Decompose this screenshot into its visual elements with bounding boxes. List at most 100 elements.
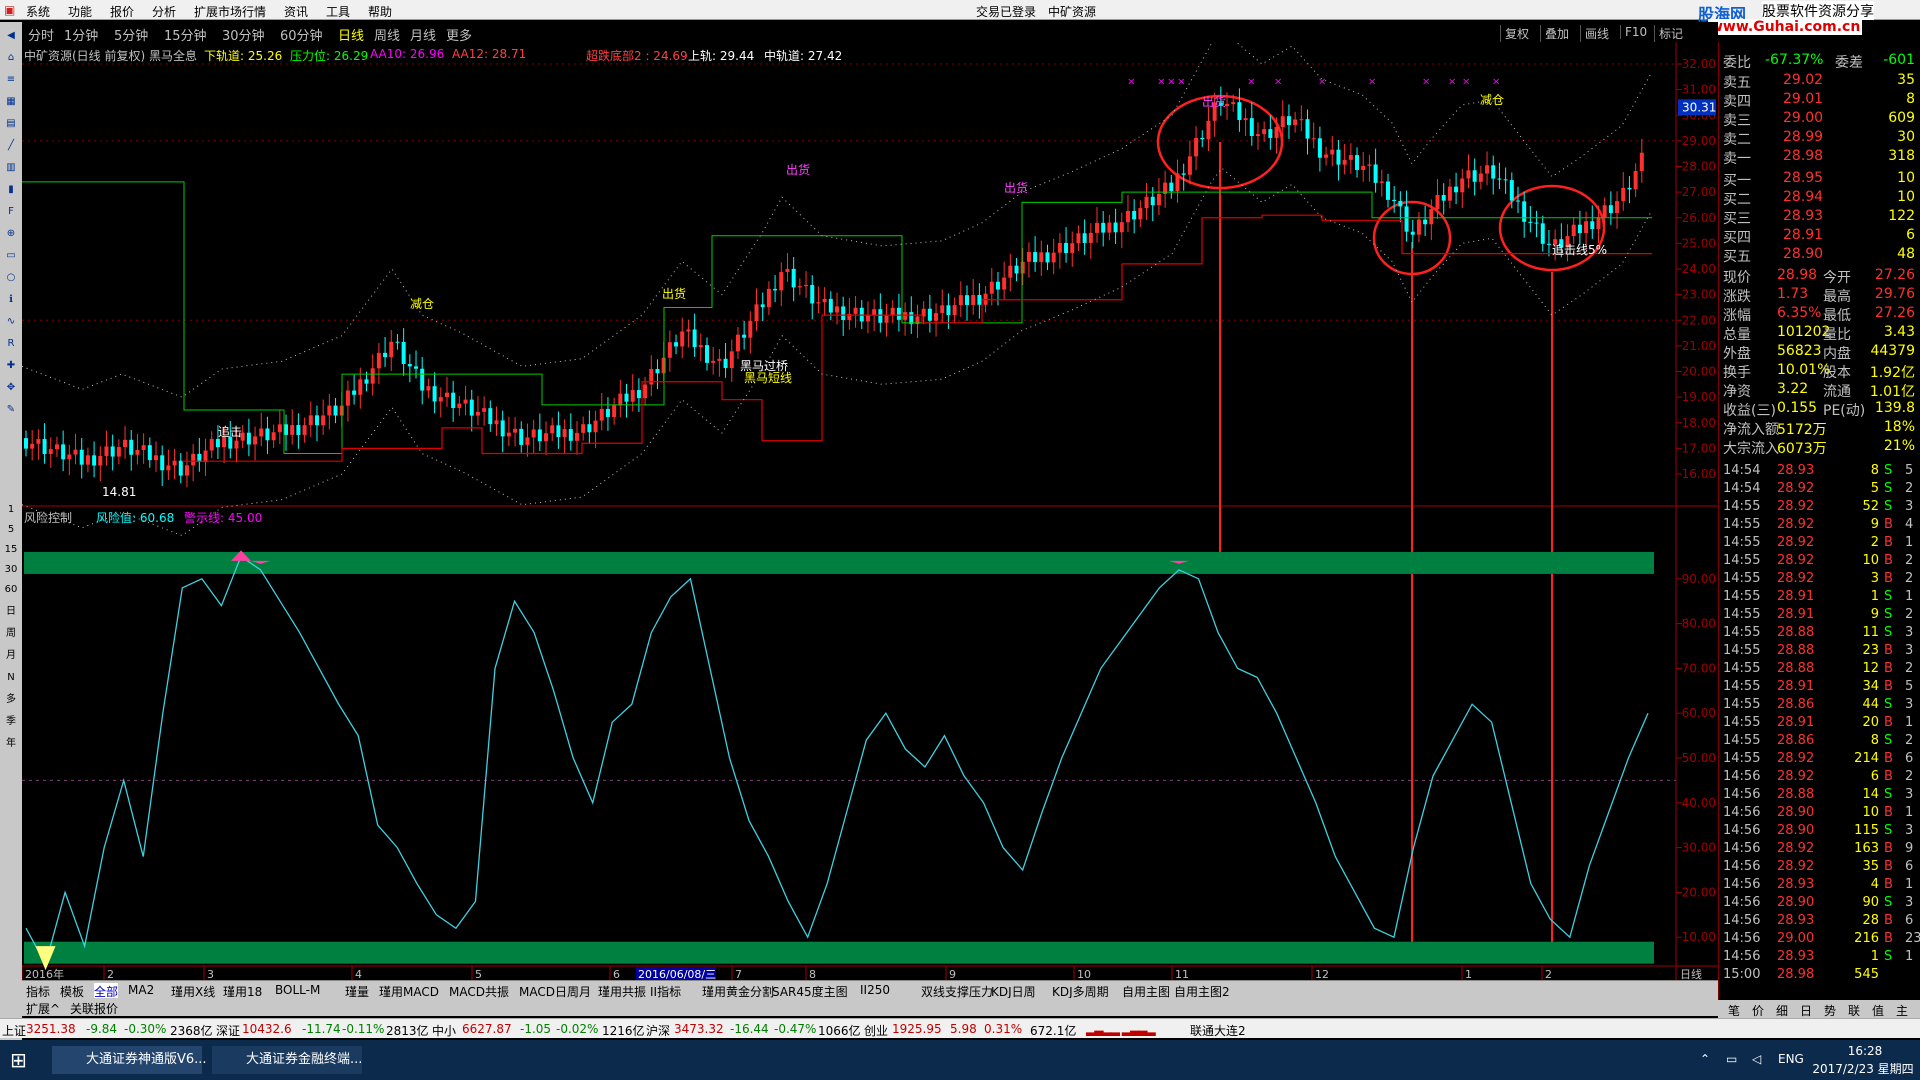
f10-button[interactable]: F10	[1620, 25, 1647, 39]
tick-cell: 28.92	[1777, 571, 1815, 586]
pen-icon[interactable]: ✎	[1, 400, 21, 420]
candle-body	[488, 408, 493, 425]
move-icon[interactable]: ✥	[1, 378, 21, 398]
panel-tab-value[interactable]: 值	[1872, 1002, 1884, 1019]
indicator-tab[interactable]: MA2	[128, 983, 154, 997]
buy-level-row[interactable]: 买四 28.91 6	[1721, 227, 1919, 246]
period-season-icon[interactable]: 季	[1, 712, 21, 732]
indicator-tab[interactable]: BOLL-M	[275, 983, 320, 997]
period-30-icon[interactable]: 30	[1, 560, 21, 580]
sme-index-label[interactable]: 中小	[432, 1022, 456, 1039]
chart-area[interactable]: × × × × × × × × × × × ×14.81出货出货出货出货 减仓减仓黑马短线黑马过桥追击追…	[22, 42, 1718, 980]
period-year-icon[interactable]: 年	[1, 734, 21, 754]
book-icon[interactable]: ▭	[1, 246, 21, 266]
overlay-button[interactable]: 叠加	[1540, 25, 1569, 42]
taskbar-app-1[interactable]: 大通证券神通版V6...	[52, 1046, 207, 1074]
candle-body	[896, 307, 901, 320]
sz-index-label[interactable]: 深证	[216, 1022, 240, 1039]
info-icon[interactable]: ℹ	[1, 290, 21, 310]
candle-body	[1002, 277, 1007, 290]
stat-cell: 6.35%	[1777, 305, 1822, 321]
buy-level-row[interactable]: 买一 28.95 10	[1721, 170, 1919, 189]
sell-level-row[interactable]: 卖一 28.98 318	[1721, 148, 1919, 167]
line-icon[interactable]: ╱	[1, 136, 21, 156]
period-1-icon[interactable]: 1	[1, 500, 21, 520]
tick-cell: 28.92	[1777, 517, 1815, 532]
panel-tab-trades[interactable]: 笔	[1728, 1002, 1740, 1019]
period-month-icon[interactable]: 月	[1, 646, 21, 666]
home-icon[interactable]: ⌂	[1, 48, 21, 68]
search-icon[interactable]: ○	[1, 268, 21, 288]
buy-level-row[interactable]: 买五 28.90 48	[1721, 246, 1919, 265]
menu-help[interactable]: 帮助	[368, 3, 392, 20]
safe-band	[24, 941, 1654, 964]
sell-level-row[interactable]: 卖四 29.01 8	[1721, 91, 1919, 110]
back-icon[interactable]: ◀	[1, 26, 21, 46]
sell-level-row[interactable]: 卖三 29.00 609	[1721, 110, 1919, 129]
candle-body	[1070, 243, 1075, 253]
tick-row: 14:55 28.91 20 B 1	[1719, 715, 1919, 733]
tray-arrow-icon[interactable]: ⌃	[1700, 1052, 1710, 1066]
candle-icon[interactable]: ▥	[1, 158, 21, 178]
sell-level-row[interactable]: 卖五 29.02 35	[1721, 72, 1919, 91]
related-quote-tab[interactable]: 关联报价	[70, 1000, 118, 1017]
zoom-icon[interactable]: ⊕	[1, 224, 21, 244]
gem-index-label[interactable]: 创业	[864, 1022, 888, 1039]
cross-icon[interactable]: ✚	[1, 356, 21, 376]
panel-tab-main[interactable]: 主	[1896, 1002, 1908, 1019]
candle-body	[1095, 222, 1100, 233]
quote-panel-tabs: 笔 价 细 日 势 联 值 主	[1718, 1000, 1920, 1018]
language-indicator[interactable]: ENG	[1778, 1052, 1804, 1066]
wave-icon[interactable]: ∿	[1, 312, 21, 332]
menu-news[interactable]: 资讯	[284, 3, 308, 20]
panel-tab-related[interactable]: 联	[1848, 1002, 1860, 1019]
bar-icon[interactable]: ▮	[1, 180, 21, 200]
extension-tab[interactable]: 扩展^	[26, 1000, 60, 1017]
panel-tab-detail[interactable]: 细	[1776, 1002, 1788, 1019]
menu-quote[interactable]: 报价	[110, 3, 134, 20]
candle-body	[234, 440, 239, 449]
candle-body	[1008, 265, 1013, 278]
list-icon[interactable]: ≡	[1, 70, 21, 90]
period-multi-icon[interactable]: 多	[1, 690, 21, 710]
sell-level-row[interactable]: 卖二 28.99 30	[1721, 129, 1919, 148]
menu-tools[interactable]: 工具	[326, 3, 350, 20]
hs300-label[interactable]: 沪深	[646, 1022, 670, 1039]
grid-icon[interactable]: ▦	[1, 92, 21, 112]
rsi-icon[interactable]: R	[1, 334, 21, 354]
period-n-icon[interactable]: N	[1, 668, 21, 688]
tick-cell: 14:55	[1723, 625, 1761, 640]
network-icon[interactable]: ▭	[1726, 1052, 1737, 1066]
candle-body	[971, 294, 976, 305]
taskbar-app-2[interactable]: 大通证券金融终端...	[212, 1046, 362, 1074]
chart-icon[interactable]: ▤	[1, 114, 21, 134]
indicator-tab[interactable]: II250	[860, 983, 890, 997]
period-5-icon[interactable]: 5	[1, 520, 21, 540]
period-week-icon[interactable]: 周	[1, 624, 21, 644]
period-day-icon[interactable]: 日	[1, 602, 21, 622]
app-icon[interactable]: ▣	[4, 3, 15, 17]
candle-body	[141, 445, 146, 450]
mark-button[interactable]: 标记	[1654, 25, 1683, 42]
candle-body	[729, 351, 734, 369]
buy-level-row[interactable]: 买三 28.93 122	[1721, 208, 1919, 227]
windows-start-icon[interactable]: ⊞	[10, 1048, 27, 1072]
panel-tab-day[interactable]: 日	[1800, 1002, 1812, 1019]
period-60-icon[interactable]: 60	[1, 580, 21, 600]
menu-analysis[interactable]: 分析	[152, 3, 176, 20]
menu-extended-market[interactable]: 扩展市场行情	[194, 3, 266, 20]
candle-body	[1305, 119, 1310, 139]
period-15-icon[interactable]: 15	[1, 540, 21, 560]
tick-cell: 2	[1905, 481, 1914, 496]
menu-system[interactable]: 系统	[26, 3, 50, 20]
adjust-button[interactable]: 复权	[1500, 25, 1529, 42]
f10-icon[interactable]: F	[1, 202, 21, 222]
volume-icon[interactable]: ◁	[1752, 1052, 1761, 1066]
sh-index-label[interactable]: 上证	[2, 1022, 26, 1039]
candle-body	[85, 455, 90, 465]
panel-tab-trend[interactable]: 势	[1824, 1002, 1836, 1019]
draw-button[interactable]: 画线	[1580, 25, 1609, 42]
buy-level-row[interactable]: 买二 28.94 10	[1721, 189, 1919, 208]
menu-function[interactable]: 功能	[68, 3, 92, 20]
panel-tab-price[interactable]: 价	[1752, 1002, 1764, 1019]
